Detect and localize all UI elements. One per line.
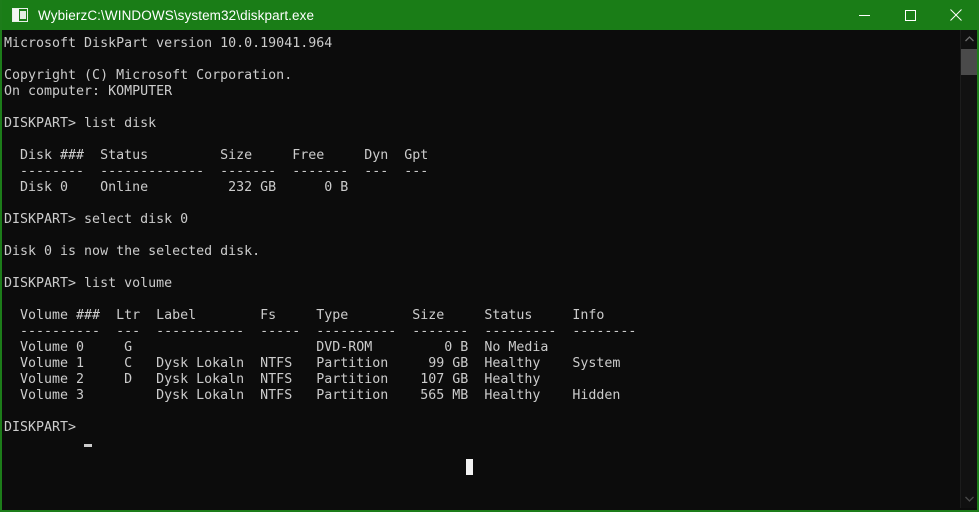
title-bar[interactable]: WybierzC:\WINDOWS\system32\diskpart.exe xyxy=(2,0,977,30)
mouse-cursor xyxy=(466,459,473,475)
text-caret xyxy=(84,444,92,447)
console-window: WybierzC:\WINDOWS\system32\diskpart.exe xyxy=(0,0,979,512)
scrollbar-thumb[interactable] xyxy=(961,49,977,75)
scrollbar-track[interactable] xyxy=(961,75,977,490)
window-controls xyxy=(841,0,977,30)
console-icon xyxy=(12,8,28,22)
console-text: Microsoft DiskPart version 10.0.19041.96… xyxy=(4,36,637,435)
scroll-down-icon[interactable] xyxy=(961,490,977,508)
scroll-up-icon[interactable] xyxy=(961,30,977,48)
maximize-button[interactable] xyxy=(887,0,933,30)
vertical-scrollbar[interactable] xyxy=(960,30,977,508)
close-button[interactable] xyxy=(933,0,977,30)
window-title: WybierzC:\WINDOWS\system32\diskpart.exe xyxy=(38,7,315,23)
console-output-area[interactable]: Microsoft DiskPart version 10.0.19041.96… xyxy=(2,30,962,508)
minimize-button[interactable] xyxy=(841,0,887,30)
